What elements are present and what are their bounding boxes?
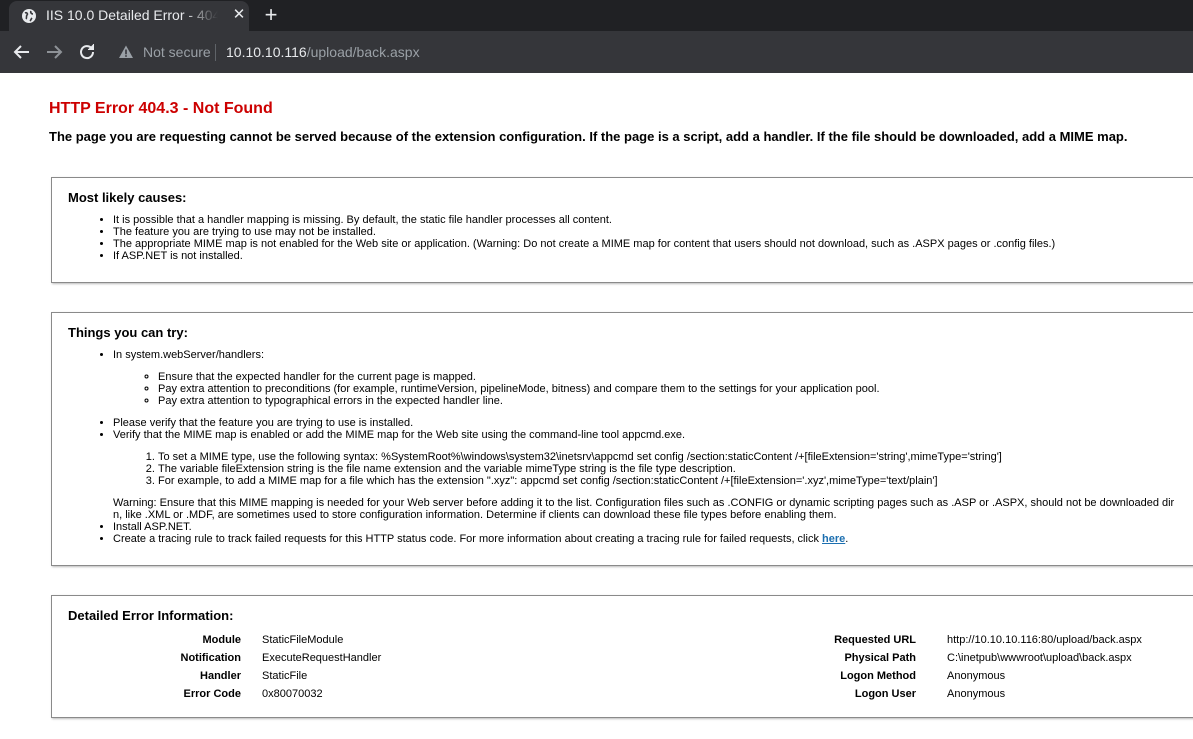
handlers-sublist: Ensure that the expected handler for the…	[158, 371, 1174, 407]
causes-box: Most likely causes: It is possible that …	[51, 177, 1193, 283]
warning-line-2: n, like .XML or .MDF, are sometimes used…	[113, 509, 837, 521]
detail-value: ExecuteRequestHandler	[262, 652, 382, 664]
warning-line-1: Warning: Ensure that this MIME mapping i…	[113, 497, 1175, 509]
table-row: Handler StaticFile	[172, 667, 381, 685]
detail-value: StaticFile	[262, 670, 308, 682]
table-row: Logon Method Anonymous	[812, 667, 1142, 685]
list-item: Install ASP.NET.	[113, 521, 1174, 533]
mime-steps: To set a MIME type, use the following sy…	[158, 451, 1174, 487]
detail-key: Physical Path	[844, 652, 916, 664]
detail-value: Anonymous	[947, 688, 1006, 700]
detail-value: Anonymous	[947, 670, 1006, 682]
list-item: It is possible that a handler mapping is…	[113, 214, 1055, 226]
try-list: In system.webServer/handlers: Ensure tha…	[113, 349, 1174, 545]
list-item: The feature you are trying to use may no…	[113, 226, 1055, 238]
security-label[interactable]: Not secure	[143, 44, 211, 60]
omnibox-divider	[215, 44, 216, 61]
list-item: Create a tracing rule to track failed re…	[113, 533, 1174, 545]
detail-key: Notification	[180, 652, 242, 664]
list-item: To set a MIME type, use the following sy…	[158, 451, 1174, 463]
detail-key: Requested URL	[834, 634, 916, 646]
error-title: HTTP Error 404.3 - Not Found	[49, 100, 273, 117]
detail-key: Logon User	[854, 688, 916, 700]
list-item: The variable fileExtension string is the…	[158, 463, 1174, 475]
table-row: Requested URL http://10.10.10.116:80/upl…	[812, 631, 1142, 649]
list-item: If ASP.NET is not installed.	[113, 250, 1055, 262]
url-text[interactable]: 10.10.10.116/upload/back.aspx	[226, 44, 420, 60]
list-item: Pay extra attention to typographical err…	[158, 395, 1174, 407]
table-row: Logon User Anonymous	[812, 685, 1142, 703]
try-heading: Things you can try:	[68, 325, 188, 340]
close-tab-icon[interactable]: ✕	[231, 7, 247, 23]
tab-title: IIS 10.0 Detailed Error - 404.3 - Not Fo…	[46, 7, 218, 23]
tracing-end: .	[845, 533, 849, 545]
tracing-text: Create a tracing rule to track failed re…	[113, 533, 823, 545]
forward-arrow-icon[interactable]	[42, 40, 66, 64]
details-heading: Detailed Error Information:	[68, 608, 234, 623]
error-description: The page you are requesting cannot be se…	[49, 129, 1128, 144]
try-box: Things you can try: In system.webServer/…	[51, 312, 1193, 566]
verify-mime-text: Verify that the MIME map is enabled or a…	[113, 429, 686, 441]
list-item: Please verify that the feature you are t…	[113, 417, 1174, 429]
table-row: Notification ExecuteRequestHandler	[172, 649, 382, 667]
detail-value: C:\inetpub\wwwroot\upload\back.aspx	[947, 652, 1132, 664]
details-table-right: Requested URL http://10.10.10.116:80/upl…	[812, 631, 1142, 703]
url-path: /upload/back.aspx	[306, 44, 420, 60]
details-box: Detailed Error Information: Module Stati…	[51, 595, 1193, 718]
list-item: Ensure that the expected handler for the…	[158, 371, 1174, 383]
page-content: HTTP Error 404.3 - Not Found The page yo…	[0, 73, 1193, 739]
causes-heading: Most likely causes:	[68, 190, 187, 205]
detail-value: http://10.10.10.116:80/upload/back.aspx	[947, 634, 1142, 646]
list-item: Pay extra attention to preconditions (fo…	[158, 383, 1174, 395]
list-item: Verify that the MIME map is enabled or a…	[113, 429, 1174, 521]
detail-value: StaticFileModule	[262, 634, 344, 646]
reload-icon[interactable]	[75, 40, 99, 64]
detail-key: Handler	[200, 670, 241, 682]
table-row: Module StaticFileModule	[172, 631, 381, 649]
back-arrow-icon[interactable]	[10, 40, 34, 64]
url-host: 10.10.10.116	[226, 44, 307, 60]
causes-list: It is possible that a handler mapping is…	[113, 214, 1055, 262]
here-link[interactable]: here	[822, 533, 845, 545]
detail-key: Error Code	[183, 688, 241, 700]
detail-value: 0x80070032	[262, 688, 323, 700]
globe-icon	[22, 9, 36, 23]
table-row: Physical Path C:\inetpub\wwwroot\upload\…	[812, 649, 1142, 667]
browser-toolbar: Not secure 10.10.10.116/upload/back.aspx	[0, 31, 1193, 73]
detail-key: Module	[202, 634, 242, 646]
list-item: The appropriate MIME map is not enabled …	[113, 238, 1055, 250]
browser-tab[interactable]: IIS 10.0 Detailed Error - 404.3 - Not Fo…	[9, 1, 249, 31]
table-row: Error Code 0x80070032	[172, 685, 381, 703]
new-tab-button[interactable]: +	[259, 3, 283, 27]
tab-strip: IIS 10.0 Detailed Error - 404.3 - Not Fo…	[0, 0, 1193, 31]
detail-key: Logon Method	[840, 670, 916, 682]
list-item: For example, to add a MIME map for a fil…	[158, 475, 1174, 487]
details-table-left: Module StaticFileModule Notification Exe…	[172, 631, 382, 703]
address-bar[interactable]: Not secure 10.10.10.116/upload/back.aspx	[108, 36, 1193, 68]
handlers-intro: In system.webServer/handlers:	[113, 349, 265, 361]
warning-icon[interactable]	[118, 44, 134, 60]
list-item: In system.webServer/handlers: Ensure tha…	[113, 349, 1174, 407]
